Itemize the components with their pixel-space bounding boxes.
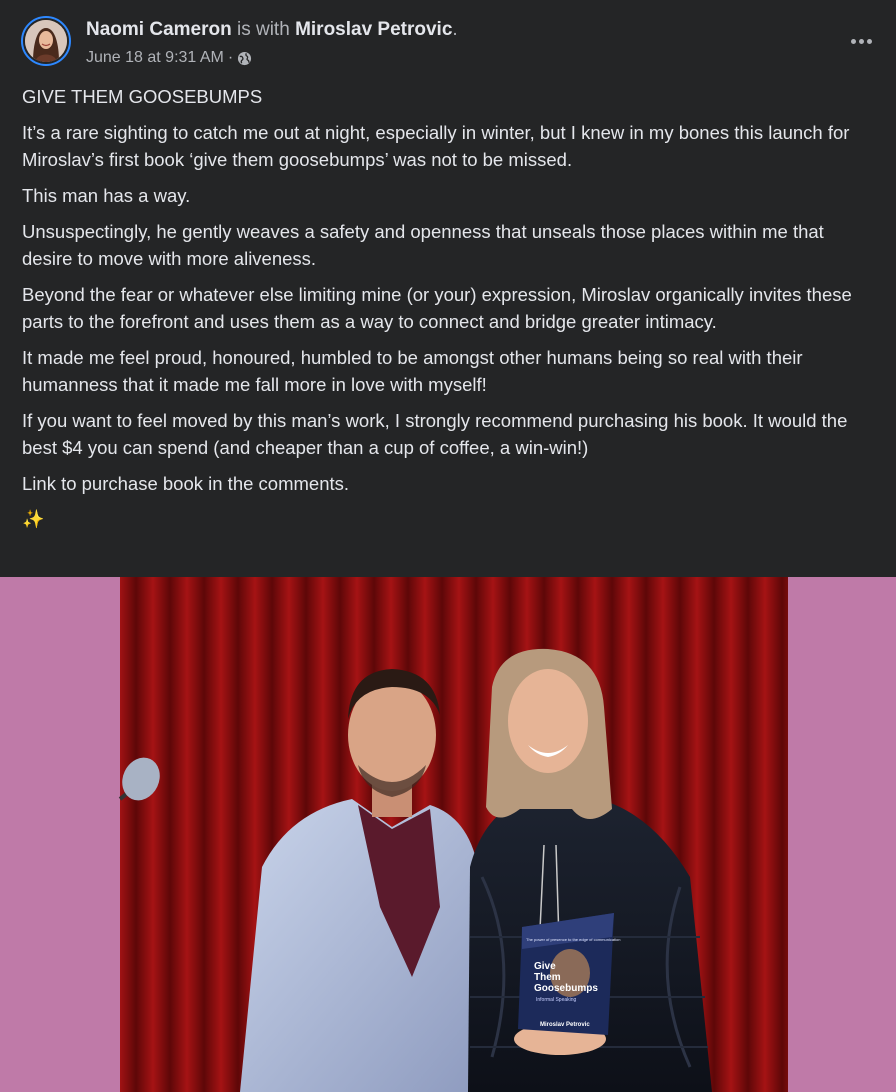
post-paragraph: GIVE THEM GOOSEBUMPS	[22, 86, 263, 107]
post-paragraph: Link to purchase book in the comments.	[22, 473, 350, 494]
book: Give Them Goosebumps Informal Speaking M…	[518, 913, 621, 1035]
tagged-person-link[interactable]: Miroslav Petrovic	[295, 19, 452, 40]
post-paragraph: Unsuspectingly, he gently weaves a safet…	[22, 221, 824, 269]
more-dot	[866, 38, 872, 44]
photo-illustration: Give Them Goosebumps Informal Speaking M…	[0, 577, 896, 1092]
author-line: Naomi Cameron is with Miroslav Petrovic.	[86, 19, 458, 41]
is-with-label: is with	[236, 19, 290, 40]
post-body: GIVE THEM GOOSEBUMPS It’s a rare sightin…	[22, 83, 878, 542]
book-subtitle: Informal Speaking	[536, 997, 577, 1003]
book-author: Miroslav Petrovic	[540, 1022, 590, 1028]
author-name-link[interactable]: Naomi Cameron	[86, 19, 232, 40]
post-paragraph: This man has a way.	[22, 185, 191, 206]
post-meta: June 18 at 9:31 AM ·	[86, 48, 252, 68]
globe-icon[interactable]	[237, 51, 252, 66]
post-paragraph: It’s a rare sighting to catch me out at …	[22, 122, 850, 170]
period: .	[452, 19, 458, 40]
post-header: Naomi Cameron is with Miroslav Petrovic.…	[0, 0, 896, 78]
post-paragraph: If you want to feel moved by this man’s …	[22, 410, 848, 458]
more-horizontal-icon	[850, 38, 856, 44]
book-tagline: The power of presence to the edge of com…	[526, 937, 621, 942]
more-dot	[858, 38, 864, 44]
book-title-line: Them	[534, 972, 561, 983]
sparkles-emoji: ✨	[22, 509, 45, 529]
more-options-button[interactable]	[846, 28, 876, 54]
book-title-line: Give	[534, 961, 556, 972]
post-paragraph: Beyond the fear or whatever else limitin…	[22, 284, 852, 332]
facebook-post: Naomi Cameron is with Miroslav Petrovic.…	[0, 0, 896, 1092]
post-paragraph: It made me feel proud, honoured, humbled…	[22, 347, 803, 395]
book-title-line: Goosebumps	[534, 983, 598, 994]
post-photo[interactable]: Give Them Goosebumps Informal Speaking M…	[0, 577, 896, 1092]
avatar-image	[25, 20, 67, 62]
meta-separator: ·	[227, 49, 234, 66]
author-avatar[interactable]	[21, 16, 71, 66]
timestamp-link[interactable]: June 18 at 9:31 AM	[86, 48, 224, 68]
